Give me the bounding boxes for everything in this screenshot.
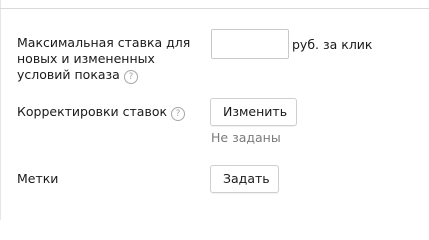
tags-label: Метки	[17, 171, 59, 186]
max-bid-help-icon[interactable]: ?	[123, 70, 138, 84]
bid-adjustments-help-icon[interactable]: ?	[171, 107, 186, 121]
bid-adjustments-label: Корректировки ставок?	[17, 104, 186, 121]
section-divider	[0, 8, 429, 9]
max-bid-input[interactable]	[211, 29, 289, 59]
max-bid-label-line3-text: условий показа	[17, 67, 120, 82]
bid-adjustments-label-text: Корректировки ставок	[17, 104, 168, 119]
left-border	[0, 0, 1, 220]
max-bid-label: Максимальная ставка для новых и измененн…	[17, 35, 190, 84]
max-bid-label-line1: Максимальная ставка для	[17, 35, 191, 50]
max-bid-unit: руб. за клик	[292, 37, 373, 52]
change-bid-adjustments-button[interactable]: Изменить	[210, 98, 297, 126]
max-bid-label-line2: новых и измененных	[17, 51, 155, 66]
bid-adjustments-status: Не заданы	[211, 130, 281, 145]
max-bid-label-line3: условий показа?	[17, 67, 190, 84]
set-tags-button[interactable]: Задать	[210, 165, 279, 193]
